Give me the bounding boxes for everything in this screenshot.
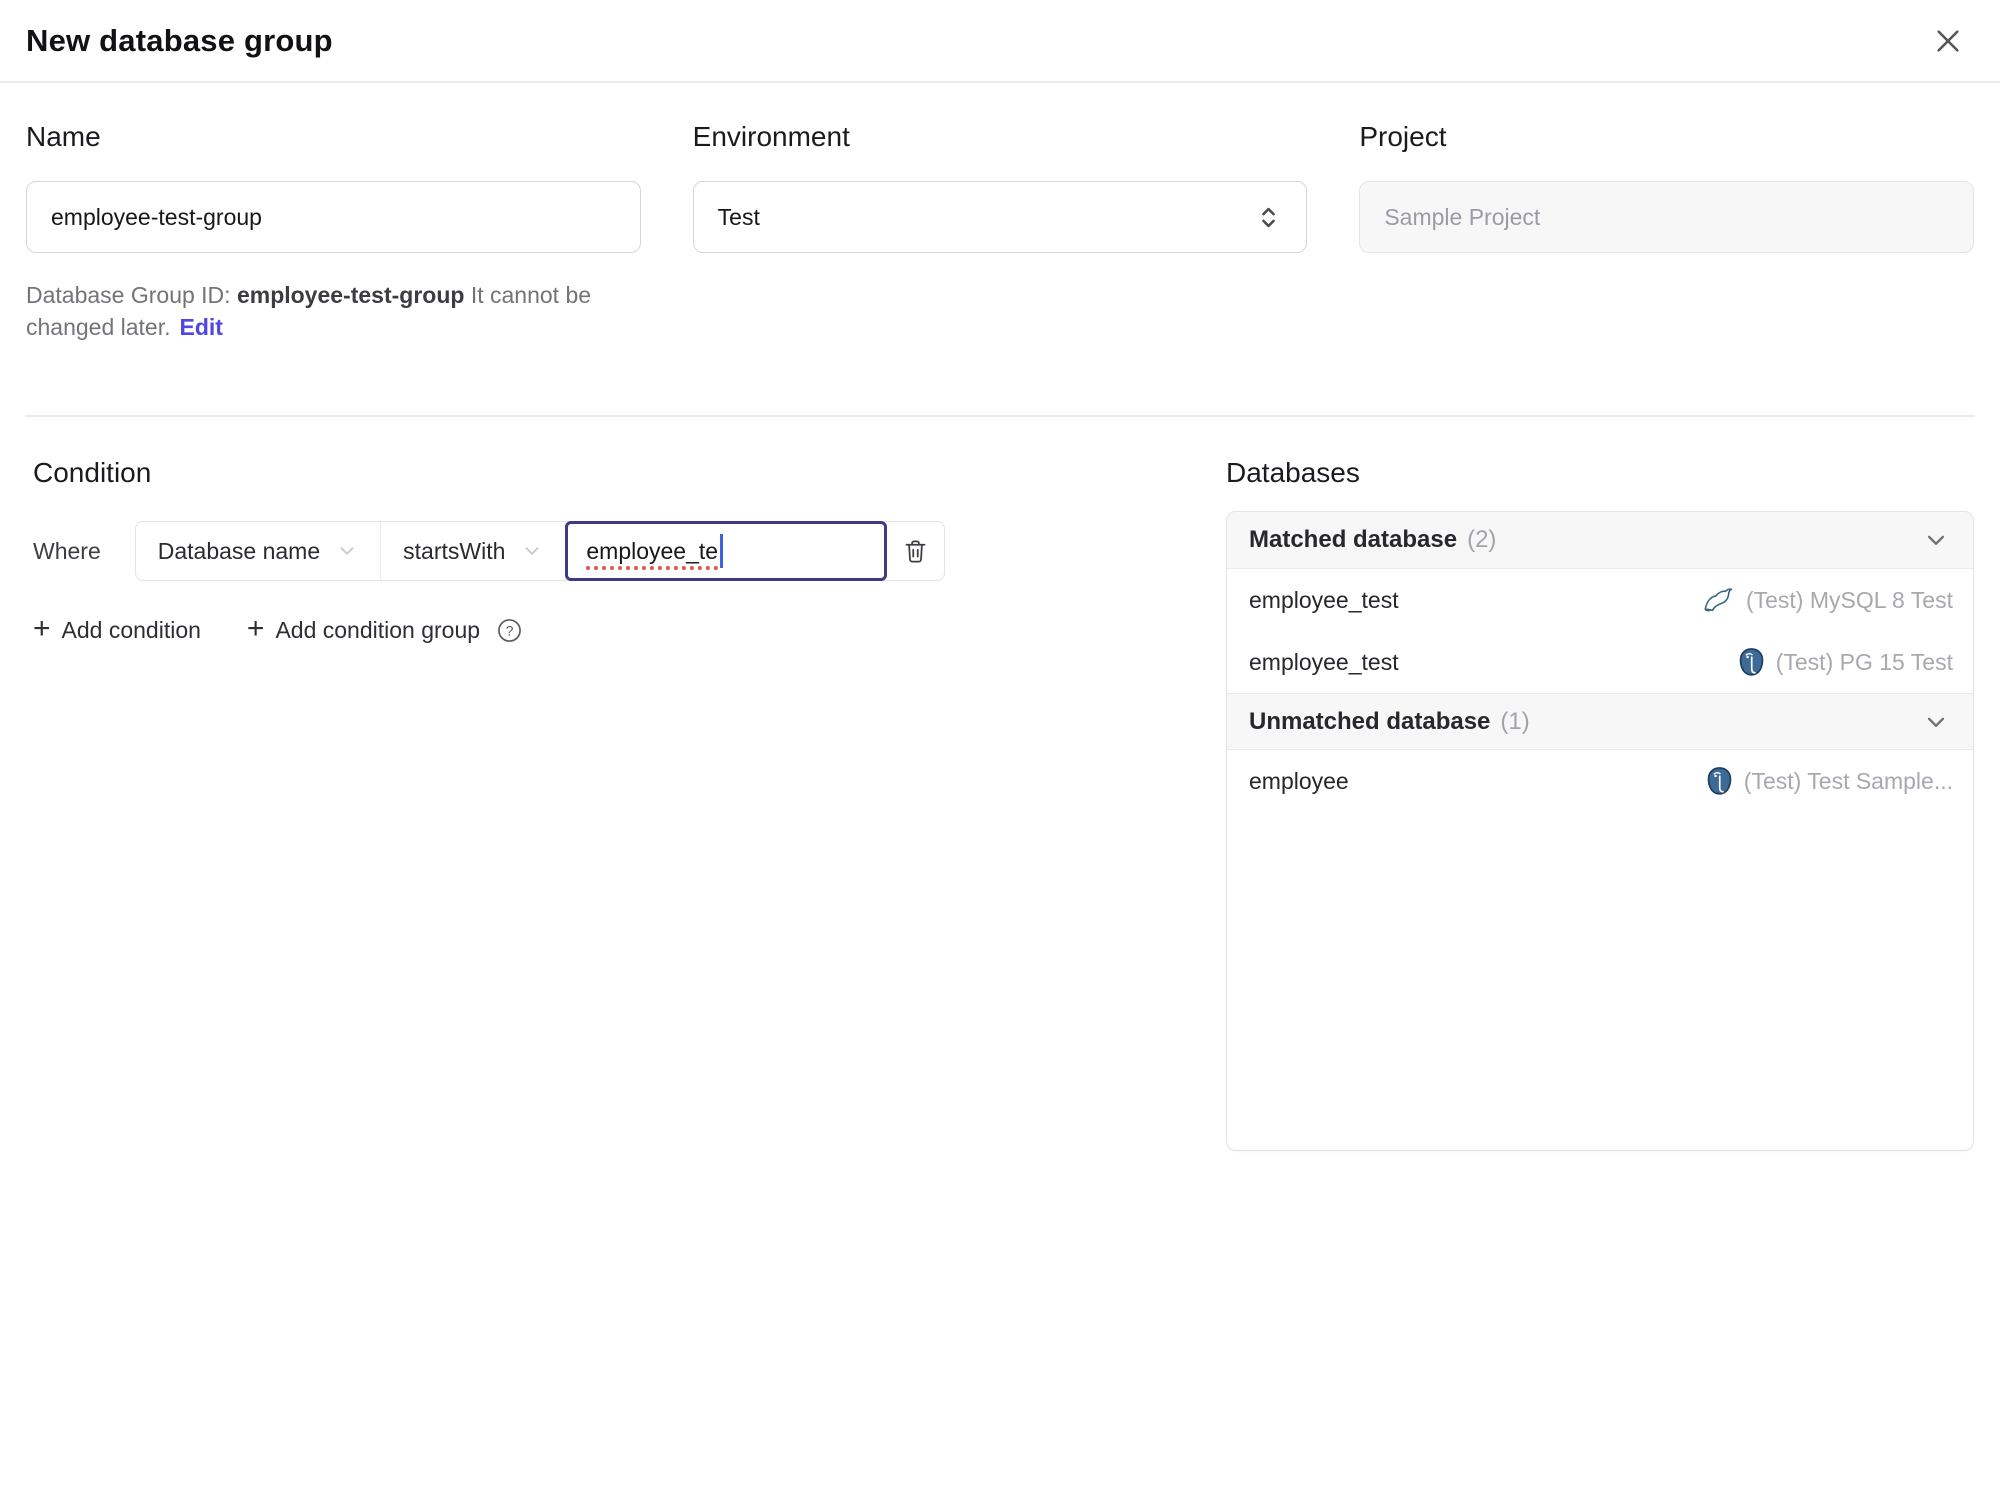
database-instance: (Test) Test Sample...: [1705, 766, 1953, 797]
chevron-down-icon: [1921, 525, 1951, 555]
group-id-value: employee-test-group: [236, 282, 465, 308]
help-button[interactable]: ?: [496, 617, 523, 644]
edit-link[interactable]: Edit: [180, 314, 223, 340]
condition-heading: Condition: [33, 457, 152, 488]
dialog-header: New database group: [0, 0, 2000, 83]
condition-field-value: Database name: [157, 537, 321, 564]
add-condition-button[interactable]: + Add condition: [33, 612, 201, 645]
unmatched-count: (1): [1500, 707, 1530, 735]
project-label: Project: [1359, 121, 1447, 152]
environment-select[interactable]: Test: [692, 181, 1308, 253]
environment-value: Test: [717, 203, 760, 230]
group-id-note: Database Group ID: employee-test-group I…: [26, 279, 641, 343]
condition-control: Database name startsWith employee_te: [134, 521, 946, 581]
condition-value-input[interactable]: employee_te: [565, 521, 888, 581]
database-name: employee: [1249, 767, 1349, 794]
database-row: employee_test (Test) MySQL 8 Test: [1227, 569, 1973, 631]
mysql-dolphin-icon: [1704, 588, 1733, 612]
matched-count: (2): [1467, 526, 1497, 553]
trash-icon: [905, 539, 926, 563]
up-down-chevron-icon: [1262, 207, 1276, 227]
condition-actions: + Add condition + Add condition group ?: [33, 612, 1186, 645]
postgres-elephant-icon: [1707, 766, 1732, 795]
database-name: employee_test: [1249, 586, 1399, 613]
dialog-title: New database group: [26, 22, 333, 58]
environment-field-group: Environment Test: [692, 121, 1308, 253]
plus-icon: +: [33, 612, 51, 645]
project-value: Sample Project: [1384, 203, 1541, 230]
add-condition-group-button[interactable]: + Add condition group: [246, 612, 481, 645]
condition-operator-value: startsWith: [403, 537, 506, 564]
close-icon: [1937, 29, 1959, 52]
database-instance-label: (Test) PG 15 Test: [1775, 648, 1953, 675]
database-instance: (Test) PG 15 Test: [1737, 647, 1953, 678]
matched-database-header[interactable]: Matched database (2): [1227, 512, 1973, 569]
condition-section: Condition Where Database name startsWith…: [26, 457, 1186, 644]
project-input: Sample Project: [1359, 181, 1974, 253]
condition-value-text: employee_te: [586, 537, 719, 564]
new-database-group-dialog: New database group Name Database Group I…: [0, 0, 2000, 1151]
condition-row: Where Database name startsWith employee_…: [33, 521, 1186, 581]
question-circle-icon: ?: [498, 619, 521, 642]
database-row: employee (Test) Test Sample...: [1227, 750, 1973, 812]
where-label: Where: [33, 537, 101, 564]
condition-operator-dropdown[interactable]: startsWith: [381, 522, 567, 580]
name-field-group: Name Database Group ID: employee-test-gr…: [26, 121, 641, 343]
database-name: employee_test: [1249, 648, 1399, 675]
main-area: Condition Where Database name startsWith…: [0, 417, 2000, 1151]
database-instance: (Test) MySQL 8 Test: [1702, 586, 1953, 614]
unmatched-database-header[interactable]: Unmatched database (1): [1227, 693, 1973, 750]
project-field-group: Project Sample Project: [1359, 121, 1974, 253]
database-instance-label: (Test) Test Sample...: [1743, 767, 1953, 794]
unmatched-title: Unmatched database: [1249, 707, 1491, 735]
database-row: employee_test (Test) PG 15 Test: [1227, 631, 1973, 693]
matched-title: Matched database: [1249, 526, 1458, 553]
postgres-elephant-icon: [1739, 647, 1764, 676]
chevron-down-icon: [525, 547, 539, 555]
database-instance-label: (Test) MySQL 8 Test: [1745, 586, 1953, 613]
svg-text:?: ?: [506, 622, 514, 638]
databases-heading: Databases: [1226, 457, 1360, 488]
id-note-prefix: Database Group ID:: [26, 282, 237, 308]
databases-section: Databases Matched database (2) employee_…: [1226, 457, 1974, 1151]
close-button[interactable]: [1926, 19, 1970, 63]
databases-panel: Matched database (2) employee_test (Test…: [1226, 511, 1974, 1151]
condition-field-dropdown[interactable]: Database name: [136, 522, 382, 580]
name-input[interactable]: [26, 181, 641, 253]
plus-icon: +: [246, 612, 265, 645]
name-label: Name: [26, 121, 101, 152]
chevron-down-icon: [1921, 707, 1951, 737]
group-form: Name Database Group ID: employee-test-gr…: [0, 83, 2000, 343]
delete-condition-button[interactable]: [886, 522, 944, 580]
chevron-down-icon: [340, 547, 354, 555]
add-condition-label: Add condition: [61, 617, 201, 643]
add-condition-group-label: Add condition group: [275, 617, 481, 643]
environment-label: Environment: [692, 121, 850, 152]
text-caret: [720, 534, 724, 568]
